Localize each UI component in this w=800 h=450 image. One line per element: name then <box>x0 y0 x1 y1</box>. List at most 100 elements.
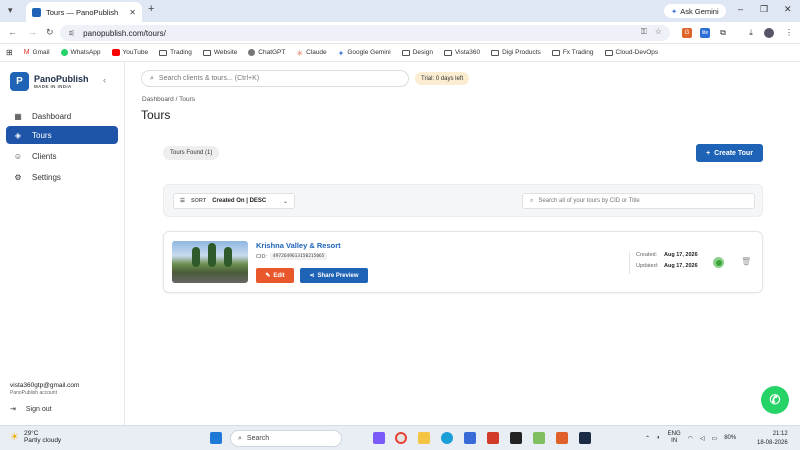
grid-icon: ▦ <box>14 111 22 121</box>
sign-out-button[interactable]: ⇥ Sign out <box>10 405 52 414</box>
wifi-icon[interactable]: ◠ <box>688 435 693 442</box>
collapse-sidebar-icon[interactable]: ‹ <box>103 75 106 85</box>
sidebar-item-settings[interactable]: ⚙ Settings <box>6 168 118 186</box>
minimize-button[interactable]: – <box>738 4 743 14</box>
status-indicator[interactable] <box>713 257 724 268</box>
download-icon[interactable]: ⤓ <box>746 28 756 38</box>
bookmark-cloud-devops[interactable]: Cloud-DevOps <box>604 49 658 56</box>
sidebar-item-label: Settings <box>32 172 61 182</box>
favicon-icon <box>32 7 41 17</box>
apps-grid-icon[interactable]: ⊞ <box>6 48 13 57</box>
url-bar[interactable]: ⚟ panopublish.com/tours/ ⚿ ☆ <box>60 25 670 41</box>
forward-icon[interactable]: → <box>28 27 37 37</box>
back-icon[interactable]: ← <box>8 27 17 37</box>
app-icon[interactable] <box>373 432 385 444</box>
bookmark-trading[interactable]: Trading <box>159 49 192 56</box>
whatsapp-chat-button[interactable]: ✆ <box>761 386 789 414</box>
close-tab-icon[interactable]: ✕ <box>129 8 136 17</box>
status-dot <box>715 259 722 266</box>
bookmark-label: Google Gemini <box>347 49 391 56</box>
reload-icon[interactable]: ↻ <box>46 27 54 38</box>
bookmark-gemini[interactable]: ✦ Google Gemini <box>338 49 391 58</box>
taskbar-search[interactable]: ⌕ Search <box>230 430 342 447</box>
folder-icon <box>159 49 168 56</box>
create-tour-button[interactable]: + Create Tour <box>696 144 763 162</box>
sidebar-item-label: Tours <box>32 130 52 140</box>
language-indicator[interactable]: ENG IN <box>668 431 681 445</box>
tour-title[interactable]: Krishna Valley & Resort <box>256 241 341 250</box>
sidebar-item-dashboard[interactable]: ▦ Dashboard <box>6 107 118 125</box>
taskbar-search-label: Search <box>246 435 270 442</box>
extension-icon[interactable]: lite <box>700 28 710 38</box>
new-tab-button[interactable]: + <box>148 3 154 15</box>
weather-widget[interactable]: ☀ 29°C Partly cloudy <box>10 430 61 444</box>
ask-gemini-button[interactable]: ✦ Ask Gemini <box>664 4 726 18</box>
brand-name: PanoPublish <box>34 74 89 84</box>
app-icon[interactable] <box>579 432 591 444</box>
start-windows-icon[interactable] <box>210 432 222 444</box>
bookmark-star-icon[interactable]: ☆ <box>655 27 662 37</box>
password-key-icon[interactable]: ⚿ <box>641 27 647 37</box>
browser-tab[interactable]: Tours — PanoPublish ✕ <box>26 2 142 22</box>
volume-icon[interactable]: ◁ <box>700 435 705 442</box>
url-text: panopublish.com/tours/ <box>83 28 166 38</box>
maximize-button[interactable]: ❐ <box>760 4 768 15</box>
sidebar-item-tours[interactable]: ◈ Tours <box>6 126 118 144</box>
chevron-up-icon[interactable]: ⌃ <box>645 435 650 442</box>
battery-icon[interactable]: ▭ <box>712 435 718 442</box>
create-tour-label: Create Tour <box>714 149 753 157</box>
claude-icon: ✳ <box>296 49 304 58</box>
sort-label: SORT <box>190 198 207 204</box>
ask-gemini-label: Ask Gemini <box>680 6 719 16</box>
bookmark-chatgpt[interactable]: ChatGPT <box>248 49 285 56</box>
bookmark-youtube[interactable]: YouTube <box>111 49 148 56</box>
share-preview-button[interactable]: ⋖ Share Preview <box>300 268 368 283</box>
edge-icon[interactable] <box>441 432 453 444</box>
tab-list-icon[interactable]: ▾ <box>8 5 13 16</box>
profile-avatar[interactable] <box>764 28 774 38</box>
site-info-icon[interactable]: ⚟ <box>68 29 75 38</box>
gmail-icon: M <box>23 49 30 56</box>
bookmark-gmail[interactable]: M Gmail <box>24 49 50 56</box>
sort-dropdown[interactable]: ☰ SORT Created On | DESC ⌄ <box>173 193 295 209</box>
bookmark-whatsapp[interactable]: WhatsApp <box>60 49 101 56</box>
extensions-puzzle-icon[interactable]: ⧉ <box>718 28 728 38</box>
file-explorer-icon[interactable] <box>418 432 430 444</box>
layers-icon: ◈ <box>14 130 22 140</box>
share-preview-label: Share Preview <box>317 272 359 279</box>
tour-card: Krishna Valley & Resort CID: 49726496131… <box>163 231 763 293</box>
tour-search-input[interactable]: ⌕ Search all of your tours by CID or Tit… <box>522 193 755 209</box>
bookmark-claude[interactable]: ✳ Claude <box>296 49 326 58</box>
chatgpt-icon <box>248 49 256 56</box>
delete-trash-icon[interactable]: 🗑 <box>741 257 751 266</box>
app-icon[interactable] <box>510 432 522 444</box>
sidebar-item-label: Dashboard <box>32 111 72 121</box>
brave-icon[interactable] <box>556 432 568 444</box>
share-icon: ⋖ <box>309 273 315 279</box>
brand-logo[interactable]: P PanoPublish MADE IN INDIA <box>10 72 89 91</box>
edit-button[interactable]: ✎ Edit <box>256 268 294 283</box>
folder-icon <box>443 49 452 56</box>
close-window-button[interactable]: ✕ <box>784 4 792 15</box>
menu-kebab-icon[interactable]: ⋮ <box>784 28 794 38</box>
app-tray-icon[interactable]: ◐ <box>657 435 661 441</box>
app-icon[interactable] <box>487 432 499 444</box>
bookmark-fx-trading[interactable]: Fx Trading <box>551 49 594 56</box>
system-clock[interactable]: 21:12 18-08-2026 <box>757 430 788 448</box>
browser-titlebar: ▾ Tours — PanoPublish ✕ + ✦ Ask Gemini – … <box>0 0 800 22</box>
tab-title: Tours — PanoPublish <box>46 7 119 17</box>
bookmark-digi-products[interactable]: Digi Products <box>491 49 541 56</box>
bookmark-vista360[interactable]: Vista360 <box>443 49 480 56</box>
bookmark-design[interactable]: Design <box>401 49 433 56</box>
app-icon[interactable] <box>533 432 545 444</box>
language-region: IN <box>671 438 678 444</box>
global-search-input[interactable]: ⌕ Search clients & tours... (Ctrl+K) <box>141 70 409 87</box>
chrome-icon[interactable] <box>395 432 407 444</box>
clock-time: 21:12 <box>772 431 788 437</box>
sidebar-item-clients[interactable]: ☺ Clients <box>6 147 118 165</box>
app-icon[interactable] <box>464 432 476 444</box>
bookmark-website[interactable]: Website <box>202 49 237 56</box>
tour-thumbnail[interactable] <box>172 241 248 283</box>
extension-icon[interactable]: G <box>682 28 692 38</box>
breadcrumb[interactable]: Dashboard / Tours <box>142 96 195 103</box>
